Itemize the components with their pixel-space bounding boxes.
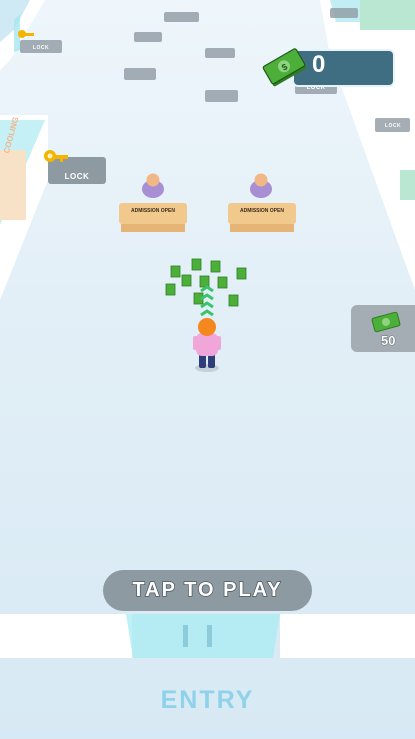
entry-label: ENTRY: [160, 686, 255, 714]
lock-pad: [134, 32, 162, 42]
receptionist-right: [228, 173, 296, 232]
lock-label: LOCK: [64, 172, 90, 181]
desk-label-left: ADMISSION OPEN: [131, 208, 175, 214]
entry-wall-left: [0, 614, 132, 658]
cash-bundle: [236, 267, 247, 280]
lock-pad: [330, 8, 358, 18]
cash-bundle: [217, 276, 228, 289]
receptionist-left: [119, 173, 187, 232]
cash-icon: [371, 311, 401, 333]
lock-label: LOCK: [32, 45, 50, 51]
tap-to-play-button[interactable]: TAP TO PLAY: [103, 570, 312, 611]
cash-bundle: [191, 258, 202, 271]
right-room: [360, 0, 415, 30]
lock-pad: [124, 68, 156, 80]
money-counter: $ 0: [262, 45, 395, 90]
lock-pad: [205, 90, 238, 102]
entry-wall-right: [280, 614, 415, 658]
desk-label-right: ADMISSION OPEN: [240, 208, 284, 214]
cash-bundle: [181, 274, 192, 287]
world-layer: [0, 0, 415, 658]
cash-bundle: [165, 283, 176, 296]
door-handle: [207, 625, 212, 647]
lock-label: LOCK: [384, 123, 402, 129]
tap-to-play-label: TAP TO PLAY: [132, 578, 283, 602]
money-value: 0: [312, 51, 326, 78]
game-scene[interactable]: LOCK LOCK LOCK LOCK ADMISSION OPEN ADMIS…: [0, 0, 415, 739]
cash-stack-icon: $: [262, 48, 307, 87]
cash-bundle: [210, 260, 221, 273]
cooling-room-wall: [0, 150, 26, 220]
cash-bundle: [170, 265, 181, 278]
unlock-price-value: 50: [381, 333, 396, 349]
player-character: [193, 318, 221, 372]
cash-bundle: [199, 275, 210, 288]
cash-bundle: [228, 294, 239, 307]
right-wall: [320, 0, 415, 290]
cash-pickups: [165, 258, 247, 307]
lock-pad: [164, 12, 199, 22]
entry-glass-door: [126, 614, 280, 658]
door-handle: [183, 625, 188, 647]
right-room-2: [400, 170, 415, 200]
lock-pad: [205, 48, 235, 58]
